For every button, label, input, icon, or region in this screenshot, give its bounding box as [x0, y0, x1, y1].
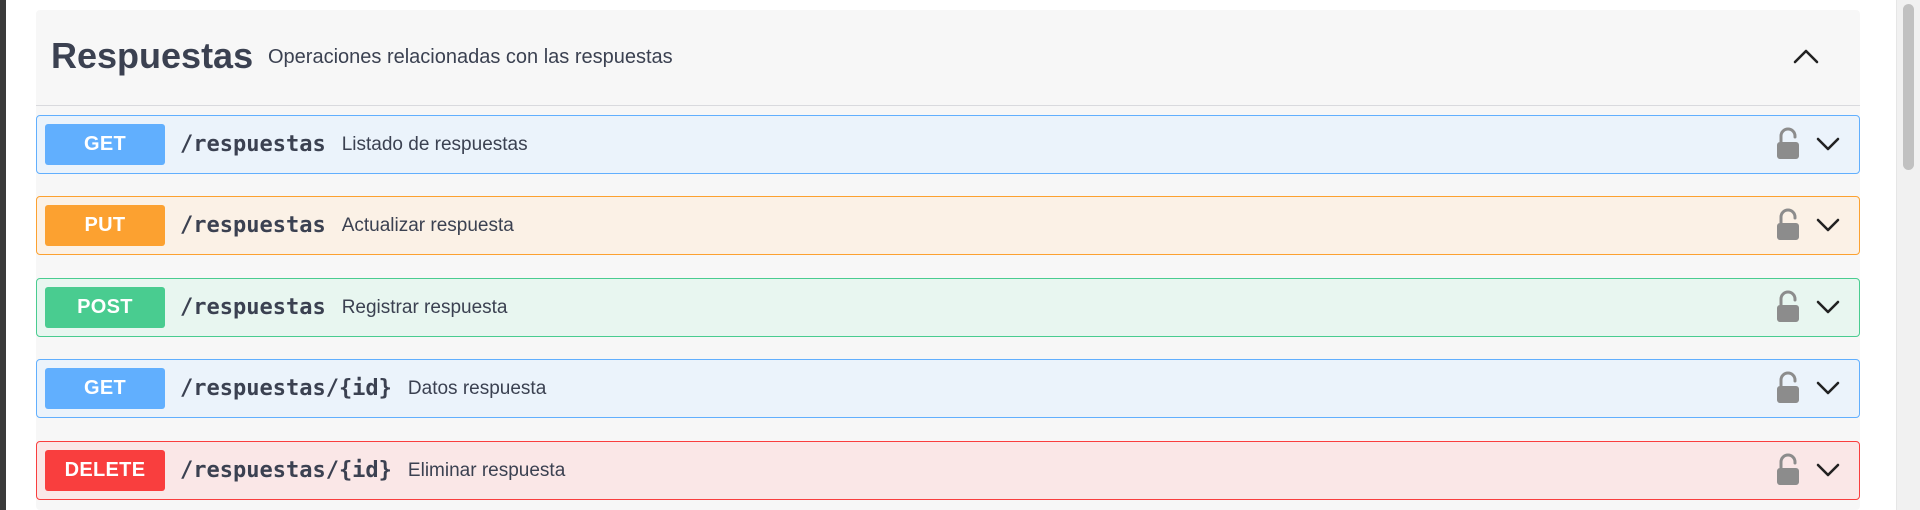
scrollbar-thumb[interactable]	[1903, 4, 1914, 170]
lock-icon[interactable]	[1773, 127, 1803, 161]
chevron-up-icon[interactable]	[1788, 38, 1824, 74]
operation-path: /respuestas/{id}	[180, 458, 392, 483]
method-badge: GET	[45, 368, 165, 409]
operation-summary: Eliminar respuesta	[407, 459, 566, 481]
operation-summary: Datos respuesta	[407, 377, 547, 399]
lock-icon[interactable]	[1773, 290, 1803, 324]
lock-icon[interactable]	[1773, 371, 1803, 405]
operation-summary: Registrar respuesta	[341, 296, 508, 318]
tag-description: Operaciones relacionadas con las respues…	[268, 46, 673, 68]
lock-icon[interactable]	[1773, 453, 1803, 487]
operation-get-respuestas[interactable]: GET /respuestas Listado de respuestas	[36, 115, 1860, 174]
method-badge: POST	[45, 287, 165, 328]
method-badge: PUT	[45, 205, 165, 246]
operation-delete-respuesta-by-id[interactable]: DELETE /respuestas/{id} Eliminar respues…	[36, 441, 1860, 500]
method-badge: DELETE	[45, 450, 165, 491]
operation-path: /respuestas	[180, 132, 326, 157]
operation-path: /respuestas/{id}	[180, 376, 392, 401]
operation-get-respuesta-by-id[interactable]: GET /respuestas/{id} Datos respuesta	[36, 359, 1860, 418]
operation-summary: Listado de respuestas	[341, 133, 528, 155]
tag-header[interactable]: Respuestas Operaciones relacionadas con …	[36, 10, 1860, 106]
chevron-down-icon[interactable]	[1813, 129, 1843, 159]
tag-section-respuestas: Respuestas Operaciones relacionadas con …	[36, 10, 1860, 510]
operation-summary: Actualizar respuesta	[341, 214, 514, 236]
chevron-down-icon[interactable]	[1813, 373, 1843, 403]
operation-path: /respuestas	[180, 295, 326, 320]
chevron-down-icon[interactable]	[1813, 455, 1843, 485]
operation-path: /respuestas	[180, 213, 326, 238]
operation-post-respuestas[interactable]: POST /respuestas Registrar respuesta	[36, 278, 1860, 337]
method-badge: GET	[45, 124, 165, 165]
operation-put-respuestas[interactable]: PUT /respuestas Actualizar respuesta	[36, 196, 1860, 255]
window-left-edge	[0, 0, 6, 510]
vertical-scrollbar[interactable]	[1896, 0, 1920, 510]
chevron-down-icon[interactable]	[1813, 210, 1843, 240]
chevron-down-icon[interactable]	[1813, 292, 1843, 322]
lock-icon[interactable]	[1773, 208, 1803, 242]
tag-title: Respuestas	[51, 35, 254, 76]
